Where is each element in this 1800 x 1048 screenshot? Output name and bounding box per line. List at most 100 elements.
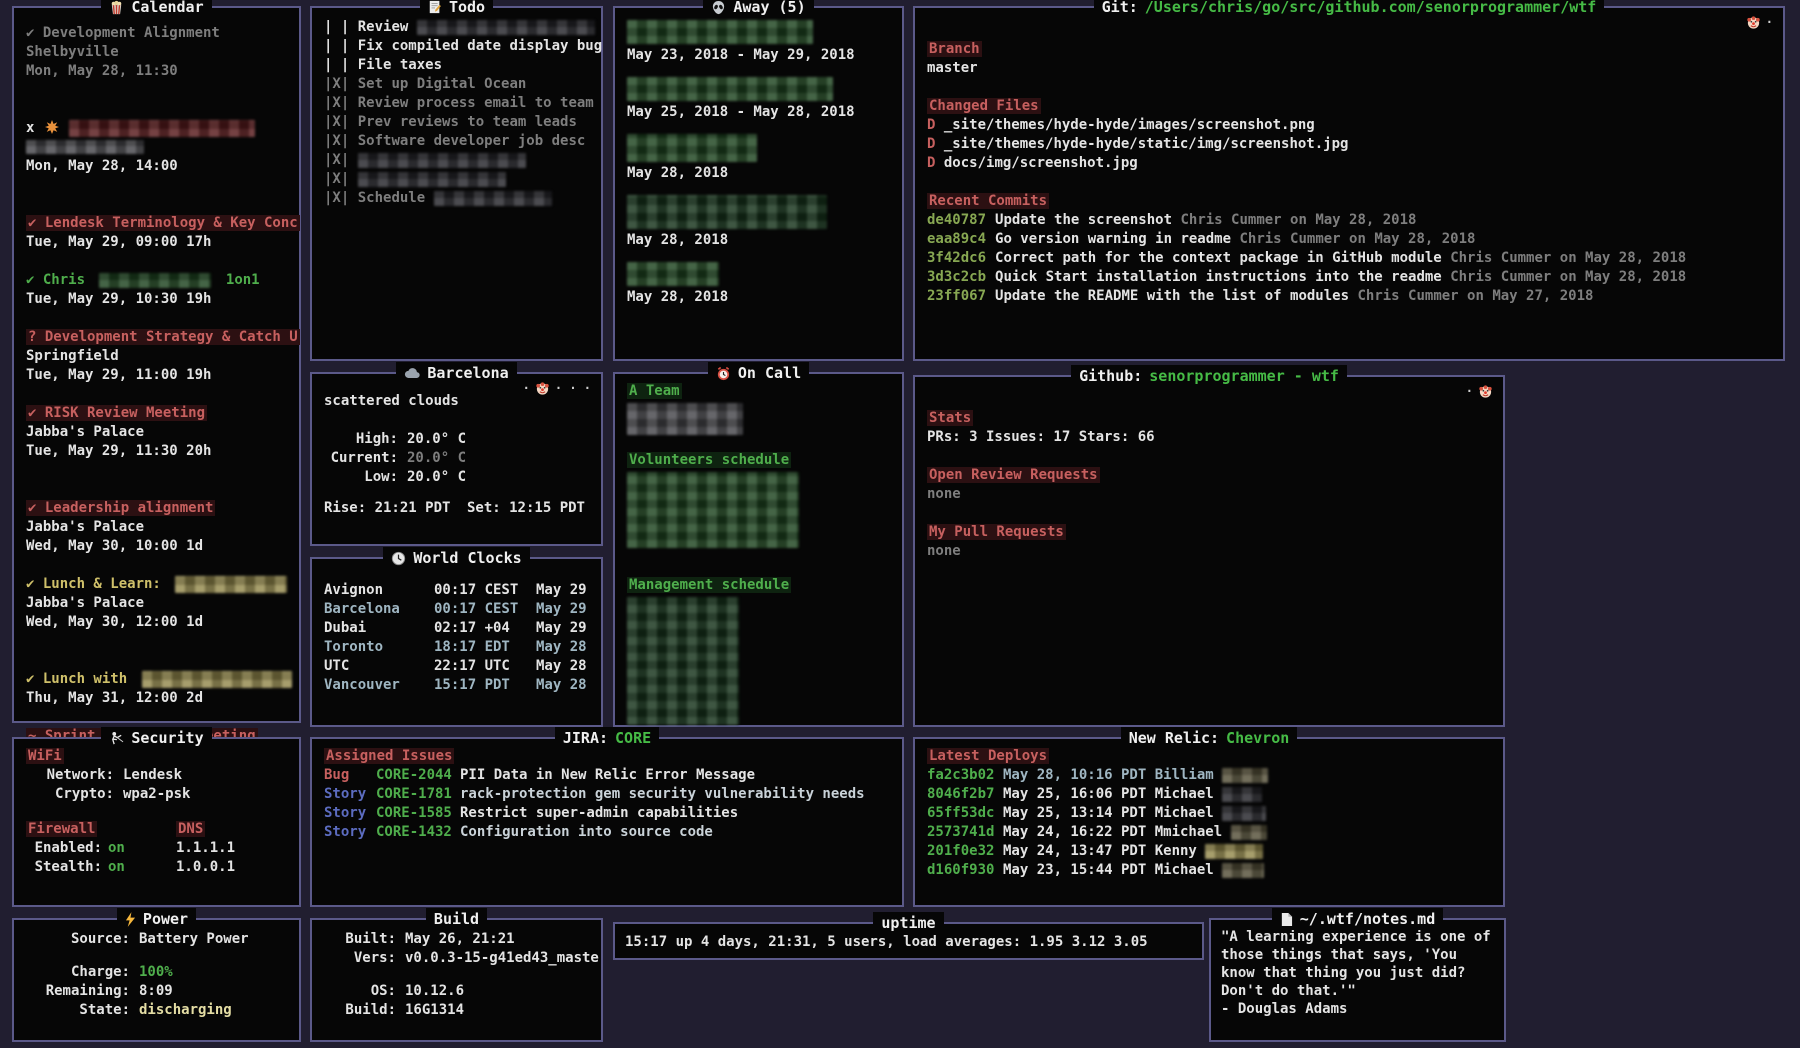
- spinner-dots: · · ·: [555, 379, 591, 398]
- event-date: Thu, May 31, 12:00 2d: [26, 689, 287, 708]
- vers-value: v0.0.3-15-g41ed43_maste: [405, 950, 599, 966]
- weather-current-label: Current:: [324, 449, 398, 468]
- commit-meta: Chris Cummer on May 28, 2018: [1450, 250, 1686, 266]
- jira-issues-header: Assigned Issues: [324, 748, 454, 764]
- firewall-header: Firewall: [26, 821, 97, 837]
- network-label: Network:: [26, 766, 114, 785]
- panel-title: Power: [143, 908, 188, 930]
- page-icon: [1280, 912, 1293, 927]
- jira-project-name: CORE: [615, 727, 651, 749]
- todo-checkbox[interactable]: |X|: [324, 190, 349, 206]
- issue-key[interactable]: CORE-1432: [376, 823, 460, 842]
- clock-date: May 28: [536, 657, 587, 676]
- todo-checkbox[interactable]: |X|: [324, 171, 349, 187]
- todo-checkbox[interactable]: |X|: [324, 152, 349, 168]
- github-stats-line: PRs: 3 Issues: 17 Stars: 66: [927, 428, 1491, 447]
- sunset-time: Set: 12:15 PDT: [467, 499, 585, 518]
- redacted-block: [1222, 863, 1264, 878]
- crypto-value: wpa2-psk: [123, 786, 190, 802]
- git-branch-name: master: [927, 59, 1771, 78]
- redacted-block: [26, 140, 144, 154]
- panel-title: ~/.wtf/notes.md: [1300, 908, 1435, 930]
- git-repo-path: /Users/chris/go/src/github.com/senorprog…: [1145, 0, 1597, 18]
- redacted-block: [1231, 825, 1267, 840]
- jira-title-label: JIRA:: [563, 727, 608, 749]
- newrelic-app-name: Chevron: [1226, 727, 1289, 749]
- oncall-volunteers-header: Volunteers schedule: [627, 452, 791, 468]
- todo-checkbox[interactable]: | |: [324, 57, 349, 73]
- notes-author: - Douglas Adams: [1221, 1000, 1494, 1019]
- todo-checkbox[interactable]: |X|: [324, 76, 349, 92]
- panel-title: Build: [434, 908, 479, 930]
- weather-refresh-indicator: · · · ·: [523, 379, 591, 398]
- power-remaining-value: 8:09: [139, 983, 173, 999]
- commit-meta: Chris Cummer on May 28, 2018: [1180, 212, 1416, 228]
- todo-checkbox[interactable]: |X|: [324, 114, 349, 130]
- issue-type: Story: [324, 804, 376, 823]
- power-state-label: State:: [26, 1001, 130, 1020]
- deploy-info: May 24, 13:47 PDT Kenny: [1003, 843, 1197, 859]
- deploy-hash: 65ff53dc: [927, 804, 1003, 823]
- clown-icon: [1478, 384, 1493, 399]
- issue-key[interactable]: CORE-2044: [376, 766, 460, 785]
- redacted-block: [627, 195, 827, 229]
- todo-checkbox[interactable]: | |: [324, 38, 349, 54]
- github-title-bar: Github: senorprogrammer - wtf: [915, 365, 1503, 387]
- github-panel: Github: senorprogrammer - wtf · Stats PR…: [913, 375, 1505, 727]
- spinner-dot: ·: [523, 379, 530, 398]
- panel-title: World Clocks: [413, 547, 521, 569]
- event-title: ? Development Strategy & Catch U: [26, 329, 300, 345]
- build-title-bar: Build: [312, 908, 601, 930]
- os-value: 10.12.6: [405, 983, 464, 999]
- panel-title: Todo: [449, 0, 485, 18]
- event-location: Springfield: [26, 347, 287, 366]
- redacted-block: [627, 262, 719, 286]
- issue-key[interactable]: CORE-1781: [376, 785, 460, 804]
- panel-title: Barcelona: [427, 362, 508, 384]
- commit-hash: 23ff067: [927, 288, 986, 304]
- calendar-event: ✔ Leadership alignment Jabba's Palace We…: [26, 499, 287, 556]
- alien-icon: [711, 0, 726, 15]
- redacted-block: [358, 172, 506, 187]
- deploy-hash: d160f930: [927, 861, 1003, 880]
- todo-text: Review: [358, 19, 409, 35]
- github-repo-name: senorprogrammer - wtf: [1149, 365, 1339, 387]
- redacted-block: [69, 120, 255, 137]
- issue-summary: rack-protection gem security vulnerabili…: [460, 786, 865, 802]
- commit-hash: 3d3c2cb: [927, 269, 986, 285]
- issue-summary: Restrict super-admin capabilities: [460, 805, 738, 821]
- away-dates: May 28, 2018: [627, 288, 890, 307]
- calendar-panel: Calendar ✔ Development Alignment Shelbyv…: [12, 6, 301, 723]
- todo-text: File taxes: [358, 57, 442, 73]
- clock-time: 22:17 UTC: [434, 657, 536, 676]
- github-stats-header: Stats: [927, 410, 973, 426]
- todo-text: Review process email to team: [358, 95, 594, 111]
- file-status-flag: D: [927, 155, 935, 171]
- event-date: Mon, May 28, 14:00: [26, 157, 287, 176]
- lightning-icon: [125, 912, 136, 927]
- oncall-panel: On Call A Team Volunteers schedule Manag…: [613, 372, 904, 727]
- todo-checkbox[interactable]: | |: [324, 19, 349, 35]
- clock-date: May 29: [536, 619, 587, 638]
- todo-checkbox[interactable]: |X|: [324, 133, 349, 149]
- away-dates: May 28, 2018: [627, 231, 890, 250]
- github-reviews-value: none: [927, 485, 1491, 504]
- weather-low-label: Low:: [324, 468, 398, 487]
- dns-header: DNS: [176, 821, 205, 837]
- jira-panel: JIRA: CORE Assigned Issues BugCORE-2044P…: [310, 737, 904, 907]
- clock-time: 15:17 PDT: [434, 676, 536, 695]
- sunrise-time: Rise: 21:21 PDT: [324, 499, 450, 518]
- todo-checkbox[interactable]: |X|: [324, 95, 349, 111]
- calendar-event: ✔ Lendesk Terminology & Key Conc Tue, Ma…: [26, 214, 287, 252]
- github-reviews-header: Open Review Requests: [927, 467, 1100, 483]
- clock-date: May 29: [536, 600, 587, 619]
- enabled-value: on: [108, 840, 125, 856]
- issue-summary: PII Data in New Relic Error Message: [460, 767, 755, 783]
- redacted-block: [627, 472, 799, 548]
- redacted-block: [1222, 768, 1268, 783]
- calendar-event: ✔ RISK Review Meeting Jabba's Palace Tue…: [26, 404, 287, 461]
- issue-key[interactable]: CORE-1585: [376, 804, 460, 823]
- deploy-hash: 8046f2b7: [927, 785, 1003, 804]
- power-charge-label: Charge:: [26, 963, 130, 982]
- commit-message: Correct path for the context package in …: [995, 250, 1442, 266]
